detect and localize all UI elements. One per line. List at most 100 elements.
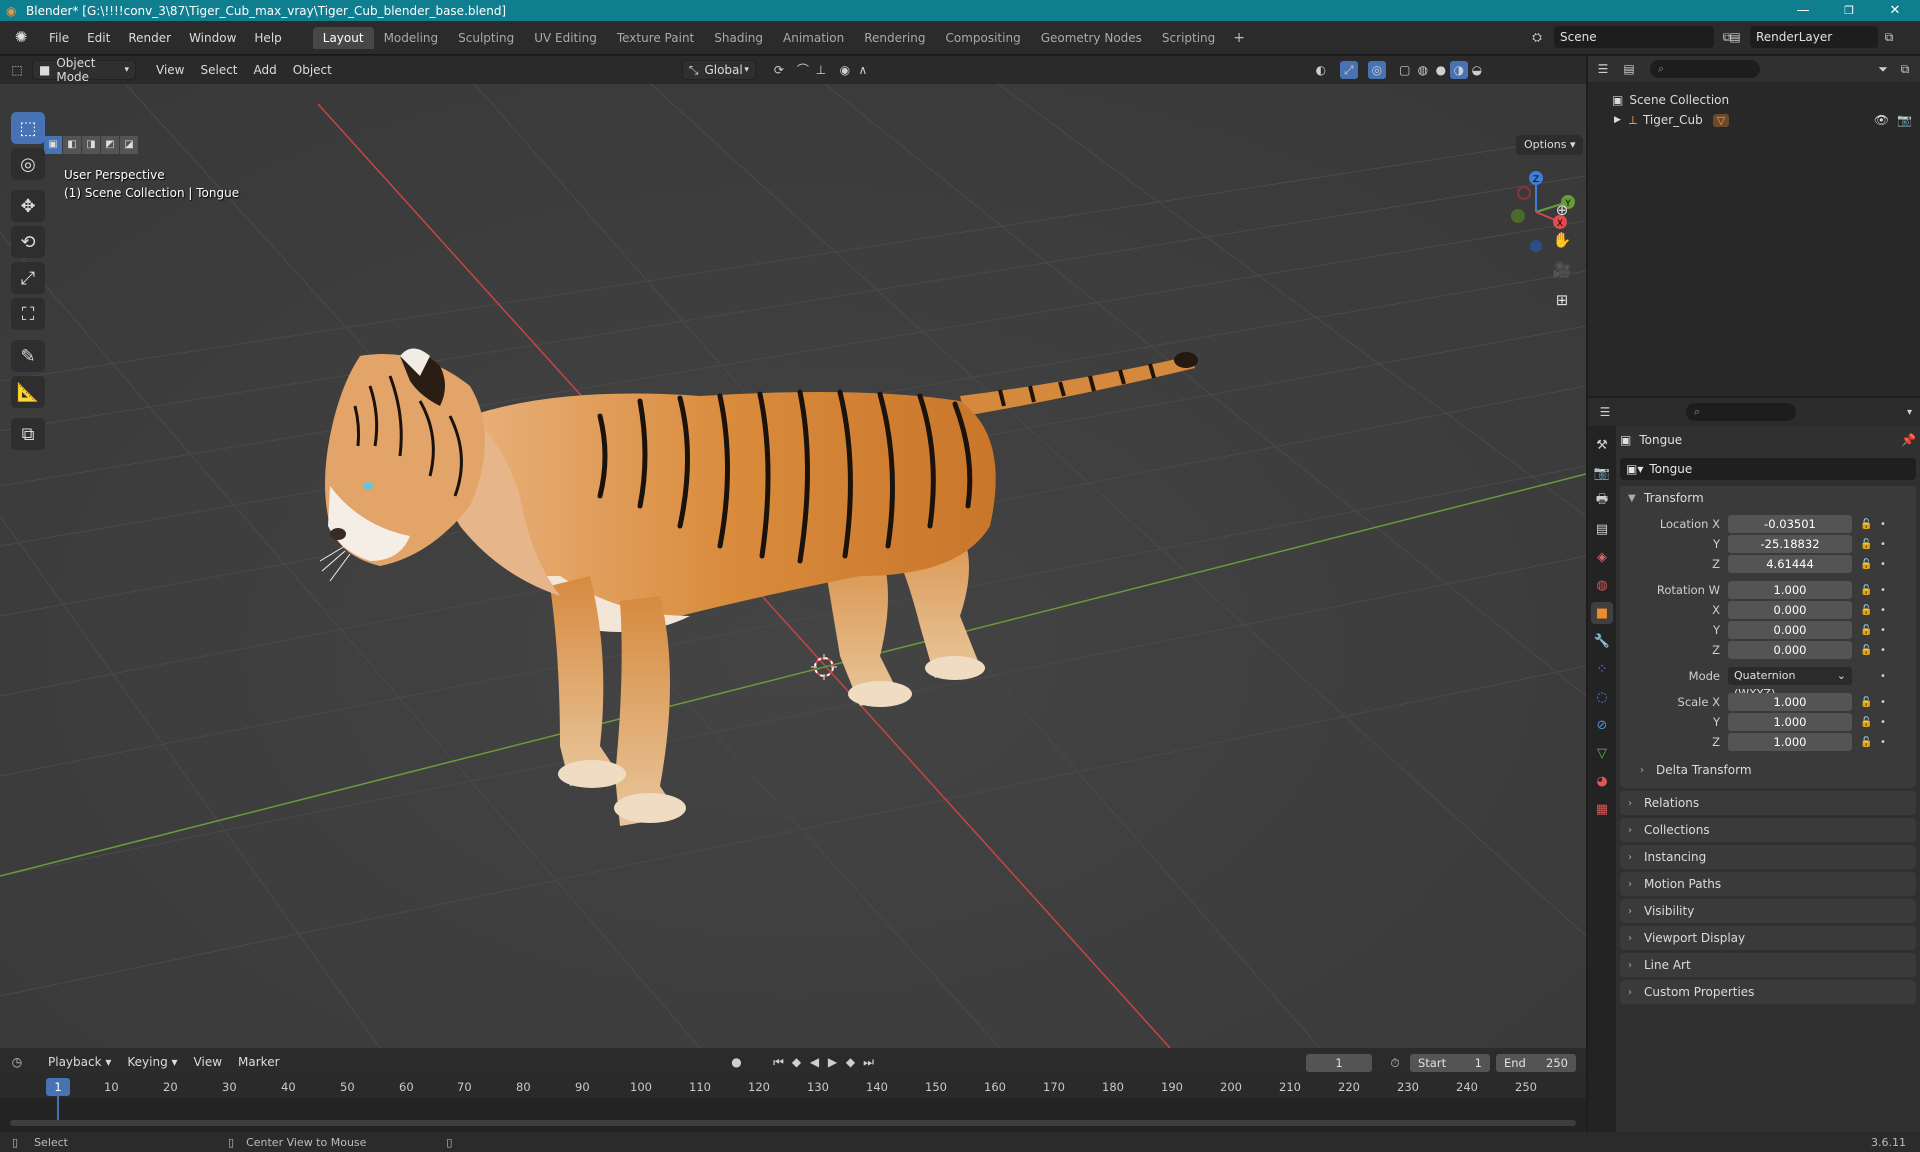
menu-edit[interactable]: Edit	[78, 31, 119, 45]
select-subtract-icon[interactable]: ◨	[82, 136, 100, 154]
snap-icon[interactable]: ⌒	[794, 61, 812, 79]
custom-properties-panel[interactable]: › Custom Properties	[1620, 980, 1916, 1004]
chevron-down-icon[interactable]: ▾	[1907, 407, 1912, 418]
object-tab-icon[interactable]: ■	[1591, 602, 1613, 624]
perspective-toggle-icon[interactable]: ⊞	[1548, 286, 1576, 314]
tab-layout[interactable]: Layout	[312, 26, 374, 49]
outliner-editor-icon[interactable]: ☰	[1594, 60, 1612, 78]
menu-object[interactable]: Object	[287, 60, 338, 80]
keyframe-dot-icon[interactable]: •	[1880, 519, 1894, 530]
collections-panel[interactable]: › Collections	[1620, 818, 1916, 842]
menu-select[interactable]: Select	[194, 60, 243, 80]
transform-orientation-dropdown[interactable]: ⤡ Global ▾	[681, 60, 756, 80]
properties-editor-icon[interactable]: ☰	[1596, 403, 1614, 421]
material-shading-icon[interactable]: ◑	[1449, 61, 1468, 79]
properties-search-input[interactable]: ⌕	[1686, 403, 1796, 421]
zoom-icon[interactable]: ⊕	[1548, 196, 1576, 224]
select-new-icon[interactable]: ▣	[44, 136, 62, 154]
playhead[interactable]: 1	[46, 1078, 70, 1096]
lock-icon[interactable]: 🔓	[1860, 519, 1874, 530]
modifier-tab-icon[interactable]: 🔧	[1591, 630, 1613, 652]
timeline-ruler[interactable]: 1 10 20 30 40 50 60 70 80 90 100 110 120…	[0, 1076, 1586, 1098]
keyframe-dot-icon[interactable]: •	[1880, 539, 1894, 550]
timeline-scrollbar[interactable]	[10, 1120, 1576, 1126]
tab-animation[interactable]: Animation	[773, 27, 854, 49]
transform-tool-icon[interactable]: ⛶	[11, 298, 45, 330]
keyframe-dot-icon[interactable]: •	[1880, 697, 1894, 708]
mode-selector[interactable]: ■ Object Mode ▾	[32, 56, 136, 84]
tab-modeling[interactable]: Modeling	[374, 27, 449, 49]
scene-name-field[interactable]: Scene	[1554, 26, 1714, 48]
tab-uv-editing[interactable]: UV Editing	[524, 27, 607, 49]
next-keyframe-icon[interactable]: ◆	[842, 1053, 860, 1071]
measure-tool-icon[interactable]: 📐	[11, 376, 45, 408]
texture-tab-icon[interactable]: ▦	[1591, 798, 1613, 820]
keyframe-dot-icon[interactable]: •	[1880, 585, 1894, 596]
constraints-tab-icon[interactable]: ⊘	[1591, 714, 1613, 736]
annotate-tool-icon[interactable]: ✎	[11, 340, 45, 372]
scale-y-field[interactable]: 1.000	[1728, 713, 1852, 731]
filter-icon[interactable]: ⏷	[1874, 60, 1892, 78]
menu-view[interactable]: View	[150, 60, 190, 80]
jump-end-icon[interactable]: ⏭	[860, 1053, 878, 1071]
keyframe-dot-icon[interactable]: •	[1880, 737, 1894, 748]
expand-arrow-icon[interactable]: ▶	[1614, 115, 1621, 125]
snap-target-icon[interactable]: ⊥	[812, 61, 830, 79]
tab-texture-paint[interactable]: Texture Paint	[607, 27, 704, 49]
menu-render[interactable]: Render	[119, 31, 180, 45]
viewport-display-panel[interactable]: › Viewport Display	[1620, 926, 1916, 950]
tab-rendering[interactable]: Rendering	[854, 27, 935, 49]
outliner-search-input[interactable]: ⌕	[1650, 60, 1760, 78]
transform-panel-header[interactable]: ▼ Transform	[1620, 486, 1916, 510]
tab-shading[interactable]: Shading	[704, 27, 773, 49]
instancing-panel[interactable]: › Instancing	[1620, 845, 1916, 869]
material-tab-icon[interactable]: ◕	[1591, 770, 1613, 792]
options-dropdown[interactable]: Options ▾	[1516, 135, 1584, 155]
keyframe-dot-icon[interactable]: •	[1880, 605, 1894, 616]
gizmo-toggle-icon[interactable]: ⤢	[1339, 61, 1358, 79]
start-frame-field[interactable]: Start 1	[1410, 1054, 1490, 1072]
menu-add[interactable]: Add	[248, 60, 283, 80]
pivot-point-icon[interactable]: ⟳	[770, 61, 788, 79]
keyframe-dot-icon[interactable]: •	[1880, 645, 1894, 656]
scene-tab-icon[interactable]: ◈	[1591, 546, 1613, 568]
rendered-shading-icon[interactable]: ◒	[1468, 61, 1486, 79]
select-intersect-icon[interactable]: ◪	[120, 136, 138, 154]
view-layer-tab-icon[interactable]: ▤	[1591, 518, 1613, 540]
scale-z-field[interactable]: 1.000	[1728, 733, 1852, 751]
render-camera-icon[interactable]: 📷	[1897, 113, 1912, 127]
relations-panel[interactable]: › Relations	[1620, 791, 1916, 815]
eye-visibility-icon[interactable]: 👁	[1874, 113, 1889, 127]
world-tab-icon[interactable]: ◍	[1591, 574, 1613, 596]
blender-logo-icon[interactable]: ✺	[8, 28, 34, 48]
tab-sculpting[interactable]: Sculpting	[448, 27, 524, 49]
menu-timeline-view[interactable]: View	[186, 1055, 230, 1069]
restore-button[interactable]: ❐	[1826, 0, 1872, 21]
rotation-w-field[interactable]: 1.000	[1728, 581, 1852, 599]
select-box-tool-icon[interactable]: ⬚	[11, 112, 45, 144]
keyframe-dot-icon[interactable]: •	[1880, 625, 1894, 636]
lock-icon[interactable]: 🔓	[1860, 737, 1874, 748]
object-name-field[interactable]: ▣▾ Tongue	[1620, 458, 1916, 480]
new-view-layer-icon[interactable]: ⧉	[1880, 28, 1898, 46]
tab-geometry-nodes[interactable]: Geometry Nodes	[1031, 27, 1152, 49]
record-icon[interactable]: ●	[728, 1053, 746, 1071]
3d-viewport[interactable]: ⬚ ■ Object Mode ▾ View Select Add Object…	[0, 56, 1586, 1048]
menu-window[interactable]: Window	[180, 31, 245, 45]
pin-icon[interactable]: 📌	[1901, 433, 1916, 447]
select-invert-icon[interactable]: ◩	[101, 136, 119, 154]
overlay-toggle-icon[interactable]: ◎	[1367, 61, 1386, 79]
keyframe-dot-icon[interactable]: •	[1880, 671, 1894, 682]
new-collection-icon[interactable]: ⧉	[1896, 60, 1914, 78]
view-layer-icon[interactable]: ▤	[1726, 28, 1744, 46]
tab-scripting[interactable]: Scripting	[1152, 27, 1225, 49]
lock-icon[interactable]: 🔓	[1860, 559, 1874, 570]
wireframe-shading-icon[interactable]: ◍	[1414, 61, 1432, 79]
add-workspace-button[interactable]: +	[1225, 30, 1253, 46]
lock-icon[interactable]: 🔓	[1860, 539, 1874, 550]
rotation-y-field[interactable]: 0.000	[1728, 621, 1852, 639]
select-extend-icon[interactable]: ◧	[63, 136, 81, 154]
physics-tab-icon[interactable]: ◌	[1591, 686, 1613, 708]
add-cube-tool-icon[interactable]: ⧉	[11, 418, 45, 450]
menu-file[interactable]: File	[40, 31, 78, 45]
